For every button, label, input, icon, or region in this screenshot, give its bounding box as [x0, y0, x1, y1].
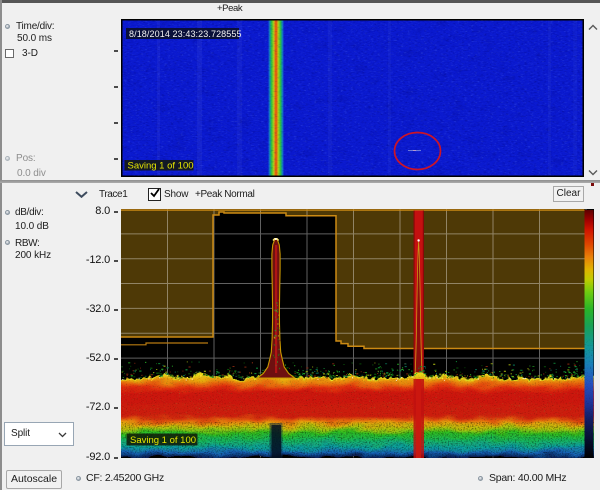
svg-text:Saving 1 of 100: Saving 1 of 100 — [128, 161, 194, 172]
svg-text:8/18/2014 23:43:23.728555: 8/18/2014 23:43:23.728555 — [129, 29, 242, 39]
svg-text:Saving 1 of 100: Saving 1 of 100 — [130, 435, 196, 446]
